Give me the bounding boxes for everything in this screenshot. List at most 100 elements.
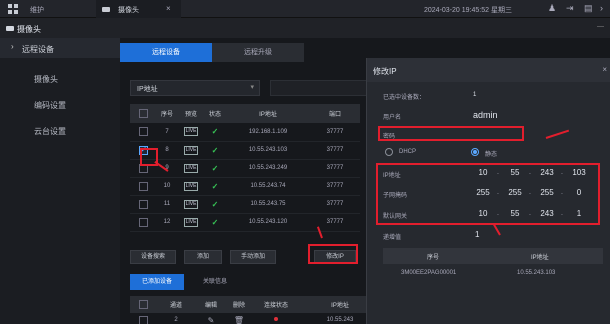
app-grid-icon[interactable] [8, 4, 18, 14]
table-row[interactable]: 11 LIVE ✓ 10.55.243.75 37777 [130, 195, 360, 214]
live-preview-button[interactable]: LIVE [183, 163, 199, 173]
tab-camera-label: 摄像头 [118, 7, 139, 14]
table-header: 连接状态 [252, 296, 300, 313]
layout-icon[interactable]: ▤ [584, 3, 593, 14]
status-ok-icon: ✓ [211, 145, 219, 155]
live-preview-button[interactable]: LIVE [183, 127, 199, 137]
edit-icon[interactable]: ✎ [208, 316, 215, 324]
live-preview-button[interactable]: LIVE [183, 217, 199, 227]
sidebar-item-camera[interactable]: 摄像头 [0, 68, 120, 88]
table-header: 通道 [156, 296, 196, 313]
row-checkbox[interactable] [138, 181, 148, 191]
tab-remote-upgrade[interactable]: 远程升级 [212, 43, 304, 62]
static-radio[interactable] [471, 148, 479, 156]
table-row[interactable]: 12 LIVE ✓ 10.55.243.120 37777 [130, 213, 360, 232]
table-row[interactable]: 10 LIVE ✓ 10.55.243.74 37777 [130, 177, 360, 196]
sidebar-item-ptz[interactable]: 云台设置 [0, 120, 120, 140]
cell-ip: 10.55.243.75 [226, 195, 310, 214]
table-header: 状态 [204, 104, 226, 123]
added-device-table: 通道 编辑 删除 连接状态 IP地址 2 ✎ 🗑 10.55.243 [130, 296, 380, 324]
title-bar: 维护 摄像头 × 2024-03-20 19:45:52 星期三 ♟ ⇥ ▤ › [0, 0, 610, 18]
table-row[interactable]: 2 ✎ 🗑 10.55.243 [130, 313, 380, 324]
datetime-display: 2024-03-20 19:45:52 星期三 [424, 7, 512, 14]
sidebar-item-label: 远程设备 [22, 45, 54, 54]
annotation-highlight-modify-ip [308, 244, 358, 264]
camera-icon [6, 26, 14, 31]
static-label: 静态 [485, 152, 498, 158]
minimize-icon[interactable]: — [597, 23, 604, 30]
increment-label: 递增值 [383, 235, 402, 241]
cell-ip: 10.55.243.249 [226, 159, 310, 178]
selected-count-label: 已选中设备数： [383, 95, 426, 101]
table-header: 端口 [310, 104, 360, 123]
cell-serial: 3M00EE2PAG00001 [401, 270, 457, 276]
status-ok-icon: ✓ [211, 181, 219, 191]
page-header: 摄像头 — [0, 18, 610, 38]
increment-field[interactable]: 1 [475, 230, 479, 239]
camera-icon [102, 7, 110, 12]
connection-status-icon [274, 317, 278, 321]
dhcp-radio[interactable] [385, 148, 393, 156]
more-icon[interactable]: › [600, 3, 603, 13]
device-search-button[interactable]: 设备搜索 [130, 250, 176, 264]
table-header: 序号 IP地址 [383, 248, 603, 264]
tab-remote-device[interactable]: 远程设备 [120, 43, 212, 62]
tab-camera[interactable]: 摄像头 × [96, 0, 181, 18]
cell-ip: 192.168.1.109 [226, 123, 310, 142]
row-checkbox[interactable] [138, 217, 148, 227]
cell-no: 10 [156, 177, 178, 196]
live-preview-button[interactable]: LIVE [183, 145, 199, 155]
selected-count: 1 [473, 92, 477, 98]
table-header [130, 296, 156, 313]
filter-input[interactable] [270, 80, 380, 96]
cell-no: 8 [156, 141, 178, 160]
dialog-header: 修改IP × [367, 58, 610, 82]
tab-association-info[interactable]: 关联信息 [190, 274, 240, 290]
cell-port: 37777 [310, 141, 360, 160]
maintenance-label[interactable]: 维护 [30, 5, 44, 15]
table-row[interactable]: 8 LIVE ✓ 10.55.243.103 37777 [130, 141, 360, 160]
annotation-highlight-password [378, 126, 524, 141]
delete-icon[interactable]: 🗑 [234, 316, 244, 324]
table-header: 预览 [178, 104, 204, 123]
filter-select[interactable]: IP地址 ▾ [130, 80, 260, 96]
close-tab-icon[interactable]: × [166, 4, 171, 13]
close-icon[interactable]: × [602, 65, 607, 74]
cell-port: 37777 [310, 123, 360, 142]
cell-no: 12 [156, 213, 178, 232]
username-label: 用户名 [383, 115, 402, 121]
status-ok-icon: ✓ [211, 217, 219, 227]
dialog-title: 修改IP [373, 67, 397, 76]
filter-select-value: IP地址 [137, 86, 158, 93]
cell-port: 37777 [310, 195, 360, 214]
select-all-checkbox[interactable] [138, 300, 148, 309]
cell-no: 11 [156, 195, 178, 214]
table-header: IP地址 [226, 104, 310, 123]
cell-port: 37777 [310, 159, 360, 178]
table-row[interactable]: 7 LIVE ✓ 192.168.1.109 37777 [130, 123, 360, 142]
live-preview-button[interactable]: LIVE [183, 199, 199, 209]
add-button[interactable]: 添加 [184, 250, 222, 264]
status-ok-icon: ✓ [211, 199, 219, 209]
cell-port: 37777 [310, 177, 360, 196]
header-serial: 序号 [427, 255, 440, 261]
tab-added-devices[interactable]: 已添加设备 [130, 274, 184, 290]
row-checkbox[interactable] [138, 199, 148, 209]
dhcp-label: DHCP [399, 149, 417, 155]
table-header: 序号 [156, 104, 178, 123]
logout-icon[interactable]: ⇥ [566, 3, 574, 14]
sidebar-item-encode[interactable]: 编码设置 [0, 94, 120, 114]
username-field[interactable]: admin [473, 110, 498, 120]
row-checkbox[interactable] [138, 315, 148, 324]
live-preview-button[interactable]: LIVE [183, 181, 199, 191]
select-all-checkbox[interactable] [138, 109, 148, 118]
user-icon[interactable]: ♟ [548, 3, 556, 14]
chevron-down-icon: ▾ [250, 84, 254, 91]
cell-ip: 10.55.243.103 [517, 270, 556, 276]
sidebar-item-label: 云台设置 [34, 127, 66, 136]
cell-no: 9 [156, 159, 178, 178]
row-checkbox[interactable] [138, 127, 148, 137]
manual-add-button[interactable]: 手动添加 [230, 250, 276, 264]
sidebar-item-remote-device[interactable]: › 远程设备 [0, 38, 120, 58]
header-ip: IP地址 [531, 255, 549, 261]
